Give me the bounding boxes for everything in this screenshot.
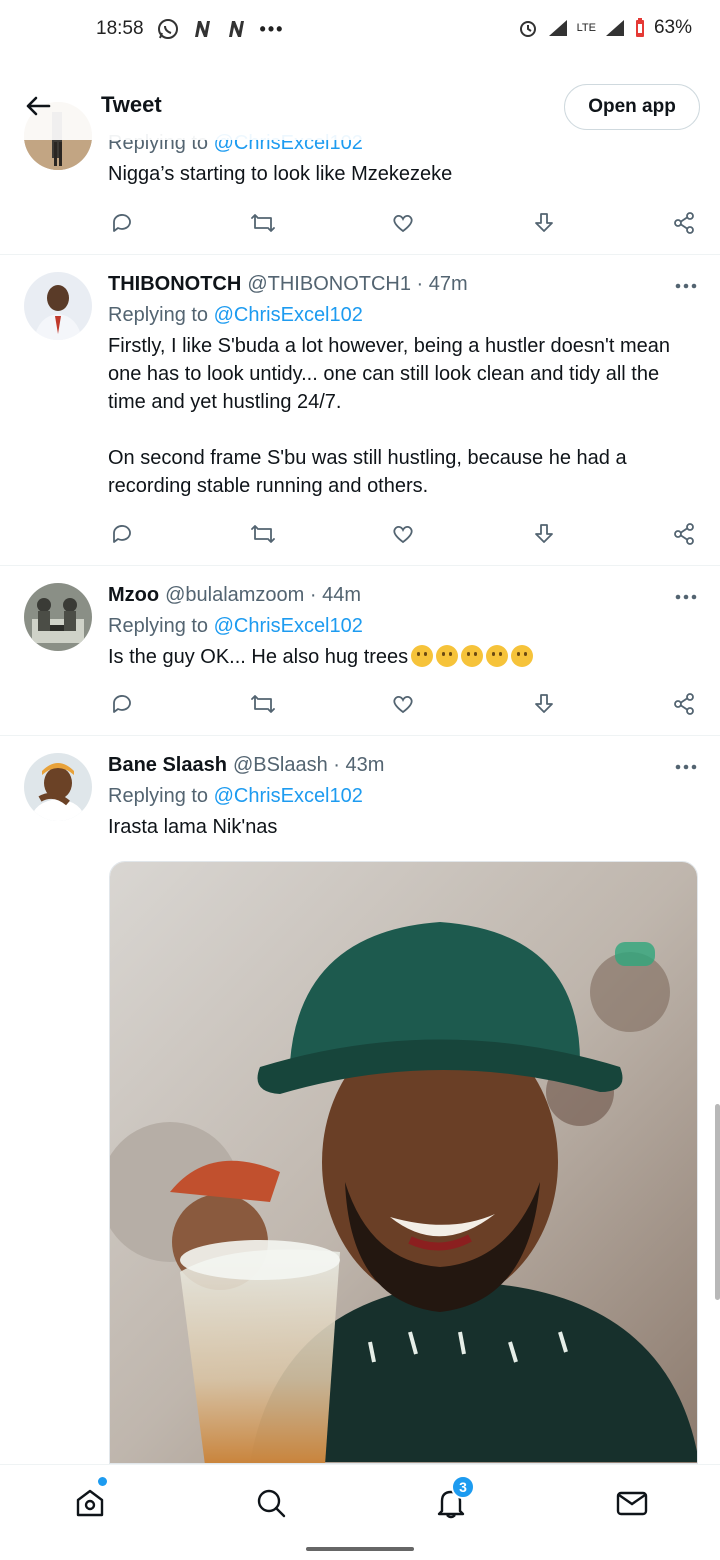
mention-link[interactable]: @ChrisExcel102 (214, 304, 363, 326)
thinking-face-icon (461, 645, 484, 667)
share-icon[interactable] (670, 209, 698, 237)
author-handle-time: @bulalamzoom · 44m (165, 584, 362, 606)
like-icon[interactable] (389, 520, 417, 548)
top-bar: Tweet Open app (0, 72, 720, 140)
replying-label: Replying to (108, 785, 209, 807)
share-icon[interactable] (670, 690, 698, 718)
retweet-icon[interactable] (249, 520, 277, 548)
thinking-face-icon (511, 645, 534, 667)
gesture-home-bar[interactable] (306, 1547, 414, 1551)
more-icon[interactable] (674, 760, 698, 772)
tweet-text: Firstly, I like S'buda a lot however, be… (108, 332, 698, 500)
page-title: Tweet (101, 92, 162, 117)
tweet-actions (108, 690, 698, 718)
nav-search[interactable] (251, 1483, 291, 1523)
thinking-face-icon (436, 645, 459, 667)
reply-icon[interactable] (108, 209, 136, 237)
author-name[interactable]: Mzoo (108, 584, 159, 607)
share-icon[interactable] (670, 520, 698, 548)
tweet-header: THIBONOTCH @THIBONOTCH1 · 47m (108, 273, 698, 296)
nav-home[interactable] (70, 1483, 110, 1523)
retweet-icon[interactable] (249, 209, 277, 237)
mention-link[interactable]: @ChrisExcel102 (214, 615, 363, 637)
notification-badge: 3 (451, 1475, 475, 1499)
thinking-face-icon (411, 645, 434, 667)
tweet-paragraph: On second frame S'bu was still hustling,… (108, 447, 627, 497)
bottom-nav: 3 (0, 1464, 720, 1538)
tweet-header: Mzoo @bulalamzoom · 44m (108, 584, 698, 607)
more-icon[interactable] (674, 279, 698, 291)
search-icon (257, 1489, 286, 1518)
netflix-icon (226, 19, 248, 39)
more-icon[interactable] (674, 590, 698, 602)
tweet-text: Is the guy OK... He also hug trees (108, 643, 698, 671)
author-name[interactable]: Bane Slaash (108, 754, 227, 777)
mail-icon (616, 1491, 648, 1516)
download-icon[interactable] (530, 690, 558, 718)
battery-level: 63% (653, 17, 692, 38)
replying-to: Replying to @ChrisExcel102 (108, 785, 698, 808)
download-icon[interactable] (530, 209, 558, 237)
nav-messages[interactable] (612, 1483, 652, 1523)
replying-to: Replying to @ChrisExcel102 (108, 304, 698, 327)
tweet-text-content: Is the guy OK... He also hug trees (108, 646, 409, 668)
replying-label: Replying to (108, 304, 209, 326)
tweet-reply[interactable]: THIBONOTCH @THIBONOTCH1 · 47m Replying t… (0, 255, 720, 566)
tweet-reply[interactable]: Mzoo @bulalamzoom · 44m Replying to @Chr… (0, 566, 720, 736)
tweet-text: Nigga’s starting to look like Mzekezeke (108, 163, 453, 185)
network-type: LTE (576, 21, 596, 34)
open-app-button[interactable]: Open app (564, 84, 700, 130)
status-time: 18:58 (96, 18, 144, 39)
tweet-media-image[interactable] (109, 861, 698, 1464)
signal-icon (604, 18, 626, 38)
reply-icon[interactable] (108, 690, 136, 718)
like-icon[interactable] (389, 209, 417, 237)
tweet-actions (108, 520, 698, 548)
tweet-actions (108, 209, 698, 237)
whatsapp-icon (156, 17, 180, 41)
author-handle-time: @BSlaash · 43m (232, 754, 385, 776)
netflix-icon (192, 19, 214, 39)
replying-to: Replying to @ChrisExcel102 (108, 615, 698, 638)
alarm-icon (517, 17, 539, 39)
replying-label: Replying to (108, 615, 209, 637)
download-icon[interactable] (530, 520, 558, 548)
tweet-paragraph: Firstly, I like S'buda a lot however, be… (108, 335, 671, 413)
avatar[interactable] (24, 272, 92, 340)
more-notifications-icon: ••• (259, 18, 285, 39)
author-name[interactable]: THIBONOTCH (108, 273, 241, 296)
status-bar: 18:58 ••• LTE 63% (0, 0, 720, 60)
mention-link[interactable]: @ChrisExcel102 (214, 785, 363, 807)
signal-icon (547, 18, 569, 38)
new-content-indicator (98, 1477, 107, 1486)
tweet-text: Irasta lama Nik'nas (108, 816, 278, 838)
reply-icon[interactable] (108, 520, 136, 548)
retweet-icon[interactable] (249, 690, 277, 718)
avatar[interactable] (24, 753, 92, 821)
tweet-header: Bane Slaash @BSlaash · 43m (108, 754, 698, 777)
battery-icon (634, 17, 646, 39)
like-icon[interactable] (389, 690, 417, 718)
thinking-face-icon (486, 645, 509, 667)
home-icon (76, 1489, 104, 1517)
avatar[interactable] (24, 583, 92, 651)
scrollbar[interactable] (715, 1104, 720, 1300)
back-arrow-icon[interactable] (22, 90, 54, 122)
author-handle-time: @THIBONOTCH1 · 47m (247, 273, 468, 295)
